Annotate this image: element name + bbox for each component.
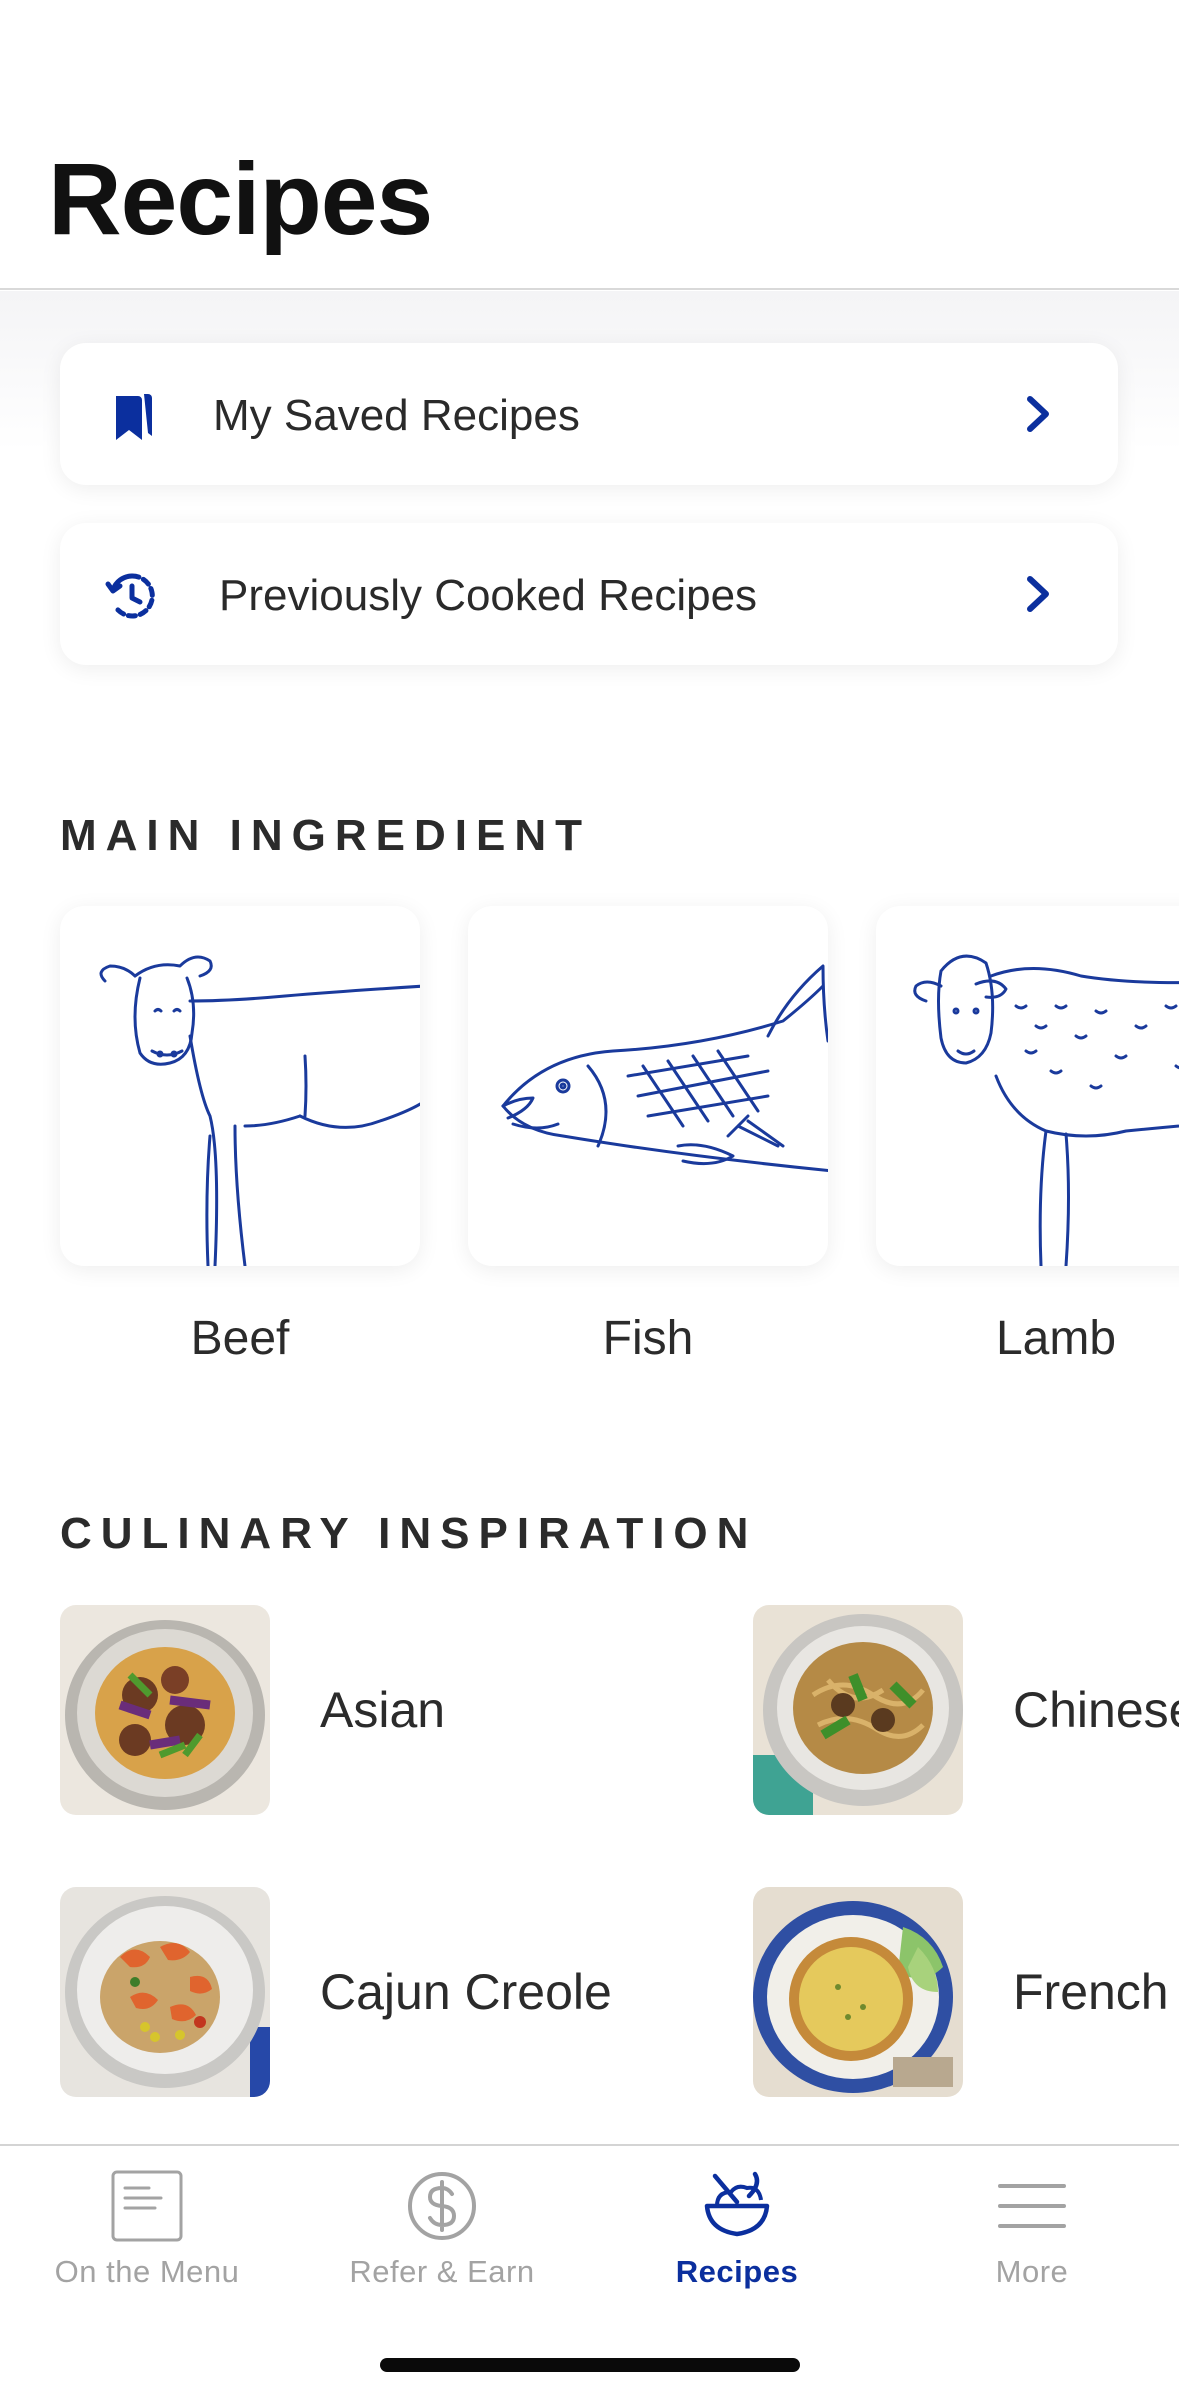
dollar-circle-icon <box>408 2172 476 2240</box>
main-ingredient-heading: MAIN INGREDIENT <box>60 811 591 860</box>
previously-cooked-label: Previously Cooked Recipes <box>219 571 758 620</box>
tab-recipes[interactable]: Recipes <box>590 2146 884 2316</box>
bookmark-icon <box>116 394 152 440</box>
salmon-illustration <box>501 964 828 1173</box>
saved-recipes-link[interactable]: My Saved Recipes <box>60 343 1118 485</box>
chevron-right-icon <box>1027 396 1049 432</box>
tab-more-label: More <box>995 2254 1069 2289</box>
ingredient-label-fish: Fish <box>602 1312 694 1365</box>
cuisine-asian[interactable]: Asian <box>60 1605 720 1815</box>
home-indicator <box>380 2358 800 2372</box>
previously-cooked-link[interactable]: Previously Cooked Recipes <box>60 523 1118 665</box>
cuisine-cajun-creole-label: Cajun Creole <box>320 1964 612 2020</box>
menu-card-icon <box>111 2170 183 2242</box>
cuisine-cajun-creole[interactable]: Cajun Creole <box>60 1887 720 2097</box>
tab-on-the-menu-label: On the Menu <box>54 2254 240 2289</box>
cuisine-chinese-photo <box>753 1605 963 1815</box>
ingredient-card-lamb[interactable] <box>876 906 1179 1266</box>
ingredient-card-beef[interactable] <box>60 906 420 1266</box>
ingredient-label-beef: Beef <box>190 1312 290 1365</box>
cuisine-asian-label: Asian <box>320 1682 446 1738</box>
content-scroll[interactable]: My Saved Recipes Previously Cooked Recip… <box>0 291 1179 2144</box>
tab-bar: On the Menu Refer & Earn Recipes More <box>0 2144 1179 2396</box>
cuisine-chinese[interactable]: Chinese <box>753 1605 1179 1815</box>
header: Recipes <box>0 0 1179 290</box>
cuisine-chinese-label: Chinese <box>1013 1682 1179 1738</box>
cuisine-french-photo <box>753 1887 963 2097</box>
cuisine-asian-photo <box>60 1605 270 1815</box>
sheep-illustration <box>913 954 1179 1266</box>
history-clock-icon <box>105 573 155 619</box>
tab-recipes-label: Recipes <box>675 2254 799 2289</box>
tab-more[interactable]: More <box>885 2146 1179 2316</box>
culinary-inspiration-heading: CULINARY INSPIRATION <box>60 1509 758 1558</box>
cuisine-french[interactable]: French <box>753 1887 1179 2097</box>
tab-refer-earn[interactable]: Refer & Earn <box>295 2146 589 2316</box>
ingredient-label-lamb: Lamb <box>995 1312 1117 1365</box>
ingredient-card-fish[interactable] <box>468 906 828 1266</box>
cuisine-cajun-creole-photo <box>60 1887 270 2097</box>
page-title: Recipes <box>48 142 433 256</box>
cow-illustration <box>99 955 420 1266</box>
saved-recipes-label: My Saved Recipes <box>213 391 580 440</box>
tab-on-the-menu[interactable]: On the Menu <box>0 2146 294 2316</box>
tab-refer-earn-label: Refer & Earn <box>349 2254 535 2289</box>
hamburger-icon <box>998 2184 1066 2228</box>
chevron-right-icon <box>1027 576 1049 612</box>
cuisine-french-label: French <box>1013 1964 1169 2020</box>
bowl-icon <box>704 2171 770 2237</box>
